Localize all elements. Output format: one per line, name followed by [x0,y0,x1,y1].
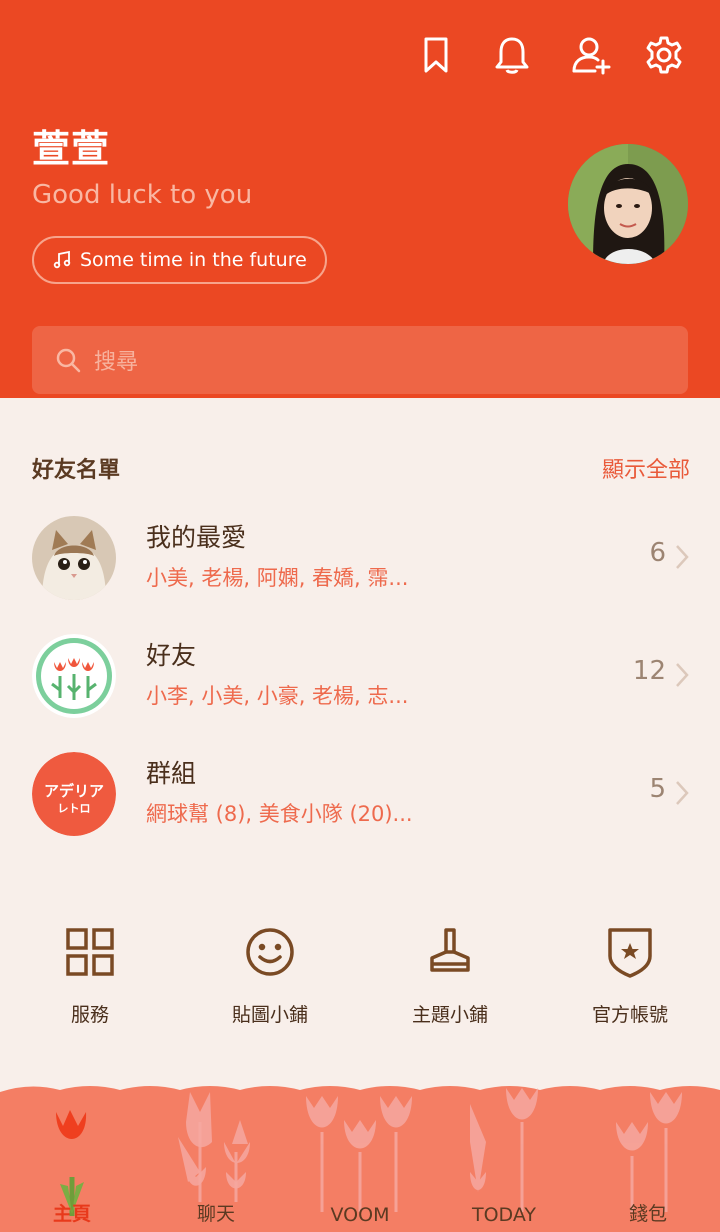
search-placeholder: 搜尋 [94,350,139,375]
profile-avatar[interactable] [568,144,688,264]
friend-group-members: 網球幫 (8), 美食小隊 (20)... [146,802,413,826]
profile-music-button[interactable]: Some time in the future [32,236,327,284]
nav-label: 聊天 [196,1203,235,1225]
svg-text:レトロ: レトロ [58,802,91,815]
nav-tab-wallet[interactable]: 錢包 [576,1082,720,1232]
music-note-icon [53,250,71,269]
service-theme-shop[interactable]: 主題小鋪 [360,924,540,1027]
friend-group-members: 小美, 老楊, 阿嫻, 春嬌, 霈... [146,566,409,590]
friend-group-name: 我的最愛 [146,523,247,552]
service-sticker-shop[interactable]: 貼圖小鋪 [180,924,360,1027]
service-official-accounts[interactable]: 官方帳號 [540,924,720,1027]
show-all-link[interactable]: 顯示全部 [602,452,690,484]
service-label: 官方帳號 [591,1004,668,1026]
nav-label: 錢包 [628,1203,667,1225]
friend-group-count: 5 [649,774,666,804]
friends-section-title: 好友名單 [32,458,121,483]
chevron-right-icon [676,663,689,687]
bookmark-icon[interactable] [411,30,461,80]
nav-label: TODAY [472,1204,536,1226]
friend-group-groups[interactable]: アデリア レトロ 群組 網球幫 (8), 美食小隊 (20)... 5 [0,752,720,862]
bottom-navigation: 主頁 聊天 VOOM TODAY 錢包 [0,1082,720,1232]
shield-star-icon [608,928,652,978]
friend-group-name: 群組 [146,759,197,788]
search-icon [56,348,81,373]
nav-tab-today[interactable]: TODAY [432,1082,576,1232]
cat-avatar [32,516,116,600]
profile-header: 萱萱 Good luck to you Some time in the fut… [0,0,720,398]
service-label: 服務 [70,1004,109,1026]
friend-group-favorites[interactable]: 我的最愛 小美, 老楊, 阿嫻, 春嬌, 霈... 6 [0,516,720,626]
nav-tab-voom[interactable]: VOOM [288,1082,432,1232]
search-input[interactable]: 搜尋 [32,326,688,394]
gear-icon[interactable] [639,30,689,80]
friend-group-count: 12 [632,656,666,686]
bell-icon[interactable] [487,30,537,80]
nav-tab-home[interactable]: 主頁 [0,1082,144,1232]
status-message[interactable]: Good luck to you [32,180,252,210]
tulip-badge-avatar [32,634,116,718]
nav-label: VOOM [330,1204,390,1226]
service-label: 貼圖小鋪 [231,1004,308,1026]
friend-group-count: 6 [649,538,666,568]
music-title: Some time in the future [80,249,307,271]
svg-text:アデリア: アデリア [44,782,104,800]
nav-label: 主頁 [52,1203,91,1225]
friend-group-name: 好友 [146,641,197,670]
nav-tab-chats[interactable]: 聊天 [144,1082,288,1232]
grid-icon [66,928,114,976]
profile-name[interactable]: 萱萱 [32,118,110,173]
chevron-right-icon [676,545,689,569]
friend-group-friends[interactable]: 好友 小李, 小美, 小豪, 老楊, 志... 12 [0,634,720,744]
service-label: 主題小鋪 [411,1004,488,1026]
chevron-right-icon [676,781,689,805]
smiley-icon [246,928,294,976]
group-logo-avatar: アデリア レトロ [32,752,116,836]
brush-icon [430,928,470,972]
service-services[interactable]: 服務 [0,924,180,1027]
add-friend-icon[interactable] [566,30,616,80]
friend-group-members: 小李, 小美, 小豪, 老楊, 志... [146,684,409,708]
